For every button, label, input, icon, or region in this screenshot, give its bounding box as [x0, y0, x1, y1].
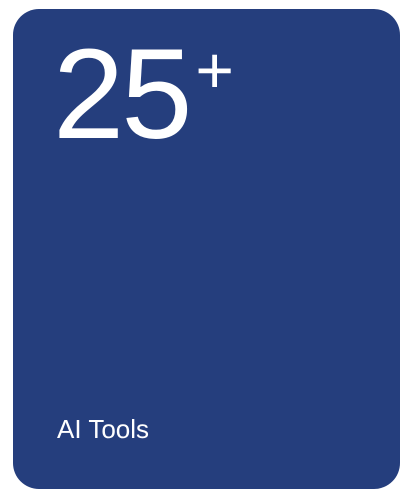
stat-number: 25 [53, 23, 192, 166]
stat-label: AI Tools [57, 414, 150, 444]
stat-suffix: + [195, 33, 234, 107]
stat-card: 25 + AI Tools [13, 9, 400, 489]
stat-value: 25 + [53, 31, 234, 159]
